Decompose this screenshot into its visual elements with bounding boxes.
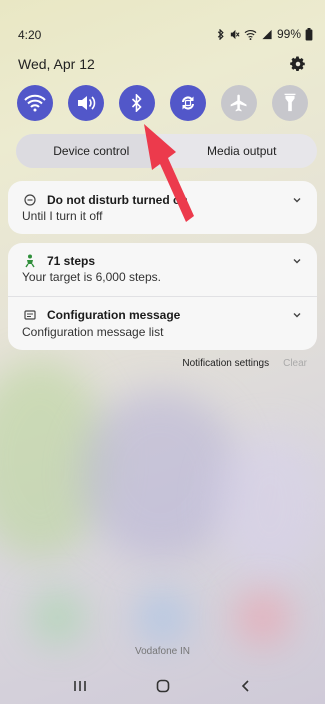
recent-apps-icon[interactable] <box>68 674 92 698</box>
do-not-disturb-icon <box>22 192 38 208</box>
signal-icon <box>261 29 273 40</box>
config-title: Configuration message <box>47 308 181 322</box>
chevron-down-icon[interactable] <box>291 254 303 266</box>
steps-title: 71 steps <box>47 254 96 268</box>
battery-percent: 99% <box>276 27 301 41</box>
battery-icon <box>305 27 313 41</box>
status-time: 4:20 <box>18 28 42 42</box>
home-icon[interactable] <box>151 674 175 698</box>
config-text: Configuration message list <box>22 325 164 339</box>
sound-tile[interactable] <box>68 85 104 121</box>
status-icons: 99% <box>217 27 313 41</box>
mute-icon <box>229 29 240 40</box>
auto-rotate-icon <box>182 96 194 110</box>
settings-gear-icon[interactable] <box>289 55 307 73</box>
notification-actions: Notification settings Clear <box>182 358 307 369</box>
date-label: Wed, Apr 12 <box>18 56 95 72</box>
wifi-tile[interactable] <box>17 85 53 121</box>
dnd-text: Until I turn it off <box>22 209 103 223</box>
chevron-down-icon[interactable] <box>291 308 303 320</box>
wifi-status-icon <box>244 29 257 40</box>
divider <box>8 296 317 297</box>
back-icon[interactable] <box>234 674 258 698</box>
flashlight-icon <box>284 93 296 112</box>
auto-rotate-tile[interactable] <box>170 85 206 121</box>
quick-settings-tiles <box>17 85 308 121</box>
airplane-mode-tile[interactable] <box>221 85 257 121</box>
bluetooth-icon <box>131 94 142 112</box>
bluetooth-status-icon <box>217 28 225 40</box>
carrier-label: Vodafone IN <box>134 646 191 657</box>
configuration-message-icon <box>22 307 38 323</box>
steps-icon <box>22 253 38 269</box>
clear-button[interactable]: Clear <box>283 358 307 369</box>
bluetooth-tile[interactable] <box>119 85 155 121</box>
annotation-arrow-icon <box>144 124 194 222</box>
flashlight-tile[interactable] <box>272 85 308 121</box>
speaker-icon <box>78 96 96 110</box>
notification-settings-link[interactable]: Notification settings <box>182 358 269 369</box>
wifi-icon <box>24 94 46 112</box>
navigation-bar <box>0 668 325 704</box>
chevron-down-icon[interactable] <box>291 193 303 205</box>
steps-text: Your target is 6,000 steps. <box>22 270 161 284</box>
notification-group: 71 steps Your target is 6,000 steps. Con… <box>8 243 317 350</box>
airplane-icon <box>230 94 247 112</box>
